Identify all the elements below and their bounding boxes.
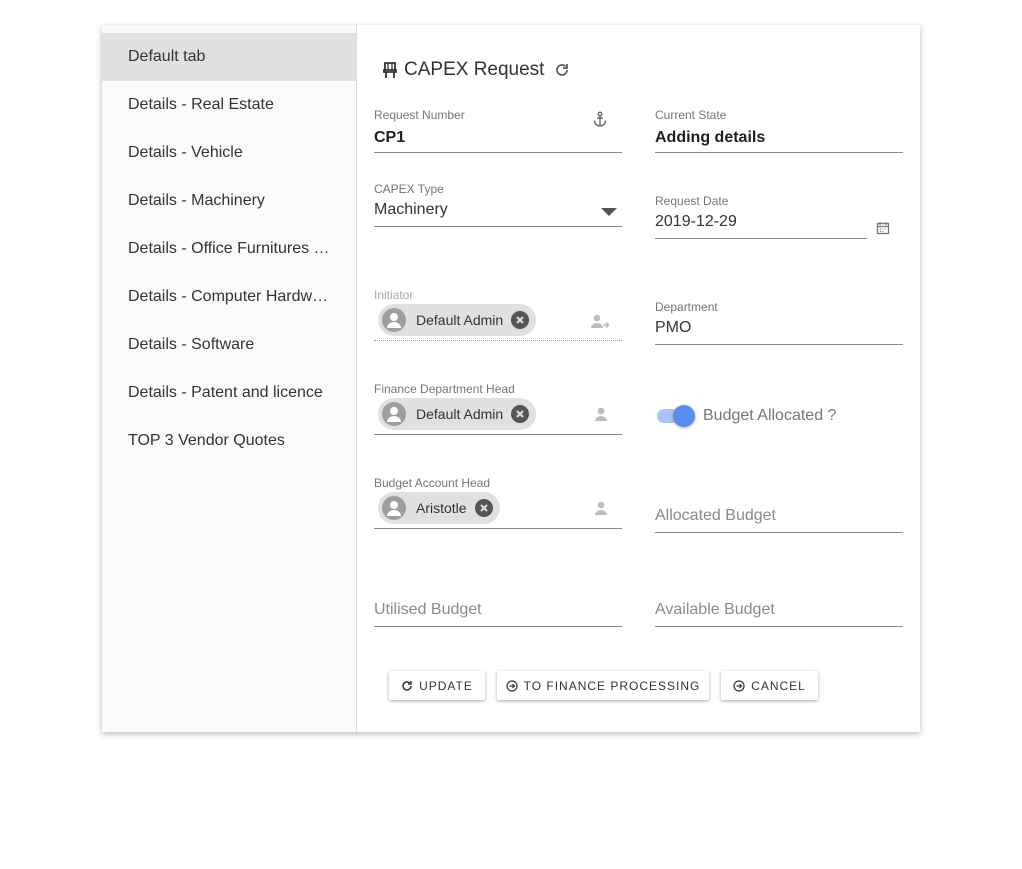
avatar: [382, 402, 406, 426]
finance-head-chip[interactable]: Default Admin: [378, 398, 537, 430]
capex-type-select[interactable]: CAPEX Type Machinery: [374, 179, 622, 227]
refresh-icon[interactable]: [554, 62, 570, 78]
current-state-field[interactable]: Current State Adding details: [655, 105, 903, 153]
calendar-icon[interactable]: [876, 221, 890, 235]
allocated-budget-placeholder: Allocated Budget: [655, 507, 776, 524]
request-date-value: 2019-12-29: [655, 213, 737, 230]
budget-account-head-chip[interactable]: Aristotle: [378, 492, 500, 524]
sidebar: Default tab Details - Real Estate Detail…: [102, 25, 357, 732]
available-budget-input[interactable]: Available Budget: [655, 591, 903, 627]
current-state-value: Adding details: [655, 129, 766, 146]
close-icon[interactable]: [511, 405, 530, 423]
arrow-circle-right-icon: [505, 679, 518, 692]
department-label: Department: [655, 300, 718, 314]
budget-account-head-label: Budget Account Head: [374, 476, 491, 490]
anchor-icon[interactable]: [592, 111, 610, 129]
initiator-field: Initiator Default Admin: [374, 285, 622, 341]
finance-head-field[interactable]: Finance Department Head Default Admin: [374, 379, 622, 435]
cancel-button-label: CANCEL: [751, 678, 806, 693]
cancel-button[interactable]: CANCEL: [721, 671, 818, 700]
department-value: PMO: [655, 319, 692, 336]
request-number-label: Request Number: [374, 108, 465, 122]
user-arrow-icon: [590, 313, 610, 331]
user-icon[interactable]: [594, 500, 612, 518]
close-icon: [511, 311, 530, 329]
form-title: CAPEX Request: [404, 59, 545, 80]
available-budget-placeholder: Available Budget: [655, 601, 775, 618]
to-finance-processing-button[interactable]: TO FINANCE PROCESSING: [497, 671, 709, 700]
initiator-chip-label: Default Admin: [416, 312, 504, 328]
sidebar-item-computer-hardware[interactable]: Details - Computer Hardwa...: [102, 273, 356, 321]
to-finance-processing-label: TO FINANCE PROCESSING: [523, 678, 701, 693]
update-button-label: UPDATE: [419, 678, 473, 693]
sidebar-item-default-tab[interactable]: Default tab: [102, 33, 356, 81]
sidebar-item-real-estate[interactable]: Details - Real Estate: [102, 81, 356, 129]
budget-allocated-toggle[interactable]: Budget Allocated ?: [657, 405, 837, 427]
finance-head-label: Finance Department Head: [374, 382, 515, 396]
request-date-label: Request Date: [655, 194, 729, 208]
department-field[interactable]: Department PMO: [655, 297, 903, 345]
chevron-down-icon[interactable]: [600, 204, 618, 222]
finance-head-chip-label: Default Admin: [416, 406, 504, 422]
request-date-field[interactable]: Request Date 2019-12-29: [655, 191, 867, 239]
sidebar-item-vehicle[interactable]: Details - Vehicle: [102, 129, 356, 177]
request-number-field[interactable]: Request Number CP1: [374, 105, 622, 153]
user-icon[interactable]: [594, 406, 612, 424]
main-form: CAPEX Request Request Number CP1 Current…: [357, 25, 920, 732]
utilised-budget-input[interactable]: Utilised Budget: [374, 591, 622, 627]
initiator-label: Initiator: [374, 288, 414, 302]
sidebar-item-vendor-quotes[interactable]: TOP 3 Vendor Quotes: [102, 417, 356, 465]
avatar: [382, 496, 406, 520]
chair-icon: [381, 61, 399, 79]
toggle-thumb[interactable]: [673, 405, 695, 427]
capex-type-value: Machinery: [374, 201, 448, 218]
arrow-circle-right-icon: [733, 679, 745, 692]
refresh-icon: [401, 680, 413, 692]
sidebar-item-machinery[interactable]: Details - Machinery: [102, 177, 356, 225]
utilised-budget-placeholder: Utilised Budget: [374, 601, 482, 618]
close-icon[interactable]: [474, 499, 493, 517]
allocated-budget-input[interactable]: Allocated Budget: [655, 497, 903, 533]
sidebar-item-office-furnitures[interactable]: Details - Office Furnitures a...: [102, 225, 356, 273]
update-button[interactable]: UPDATE: [389, 671, 485, 700]
dialog-card: Default tab Details - Real Estate Detail…: [102, 25, 920, 732]
request-number-value: CP1: [374, 129, 406, 146]
sidebar-item-software[interactable]: Details - Software: [102, 321, 356, 369]
initiator-chip: Default Admin: [378, 304, 537, 336]
budget-account-head-field[interactable]: Budget Account Head Aristotle: [374, 473, 622, 529]
sidebar-item-patent-licence[interactable]: Details - Patent and licence: [102, 369, 356, 417]
toggle-track[interactable]: [657, 405, 695, 427]
avatar: [382, 308, 406, 332]
budget-allocated-label: Budget Allocated ?: [703, 407, 837, 424]
capex-type-label: CAPEX Type: [374, 182, 444, 196]
form-title-bar: CAPEX Request: [381, 57, 570, 83]
budget-account-head-chip-label: Aristotle: [416, 500, 467, 516]
current-state-label: Current State: [655, 108, 727, 122]
